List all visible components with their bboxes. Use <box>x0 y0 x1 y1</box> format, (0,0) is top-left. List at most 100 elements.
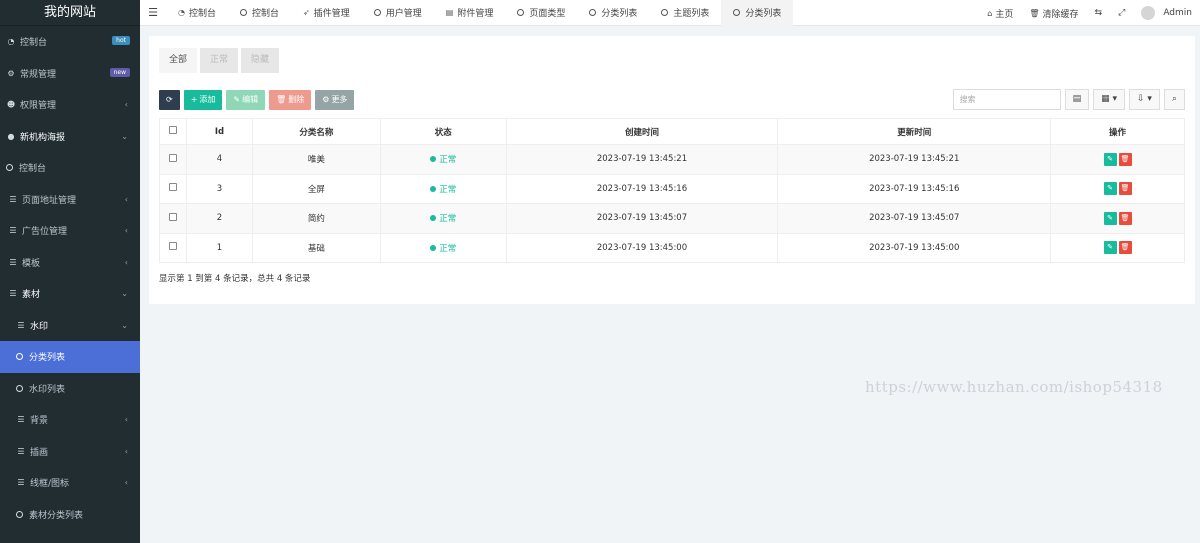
tab-users[interactable]: 用户管理 <box>362 0 434 26</box>
table-row[interactable]: 2 简约 正常 2023-07-19 13:45:07 2023-07-19 1… <box>159 203 1185 234</box>
status-label: 正常 <box>439 184 457 195</box>
table-row[interactable]: 3 全屏 正常 2023-07-19 13:45:16 2023-07-19 1… <box>159 173 1185 204</box>
add-button[interactable]: + 添加 <box>183 90 223 110</box>
tab-theme-list[interactable]: 主题列表 <box>649 0 721 26</box>
sidebar-item-label: 背景 <box>30 416 49 427</box>
cell-created: 2023-07-19 13:45:00 <box>505 232 779 263</box>
cell-status[interactable]: 正常 <box>379 232 507 263</box>
fullscreen-icon[interactable]: ⤢ <box>1110 8 1133 18</box>
cell-status[interactable]: 正常 <box>379 173 507 204</box>
tab-dashboard[interactable]: ◔ 控制台 <box>166 0 228 26</box>
cell-status[interactable]: 正常 <box>379 144 507 175</box>
toggle-view-button[interactable]: ▤ <box>1064 89 1090 110</box>
row-delete-button[interactable]: 🗑 <box>1118 152 1132 166</box>
list-icon: ☰ <box>9 257 17 267</box>
column-header[interactable]: 状态 <box>379 118 507 145</box>
search-button[interactable]: ⌕ <box>1163 89 1185 110</box>
row-checkbox[interactable] <box>168 212 177 221</box>
column-header[interactable]: Id <box>185 118 253 145</box>
tab-attachments[interactable]: ▤ 附件管理 <box>434 0 506 26</box>
sidebar-item-category-list[interactable]: 分类列表 <box>0 341 140 373</box>
column-header[interactable]: 更新时间 <box>777 118 1052 145</box>
sidebar-item-watermark[interactable]: ☰ 水印 ⌄ <box>0 310 140 342</box>
status-dot-icon <box>430 156 437 163</box>
user-menu[interactable]: Admin <box>1133 6 1200 20</box>
cell-created: 2023-07-19 13:45:07 <box>505 203 779 234</box>
sidebar-item-wireframe[interactable]: ☰ 线框/图标 ‹ <box>0 467 140 499</box>
sidebar-item-label: 水印列表 <box>29 384 66 395</box>
table-row[interactable]: 4 唯美 正常 2023-07-19 13:45:21 2023-07-19 1… <box>159 144 1185 175</box>
list-icon: ☰ <box>9 226 17 236</box>
delete-button[interactable]: 🗑 删除 <box>269 90 312 110</box>
sidebar-item-material[interactable]: ☰ 素材 ⌄ <box>0 278 140 310</box>
sidebar-item-illustration[interactable]: ☰ 插画 ‹ <box>0 436 140 468</box>
globe-icon: ● <box>7 131 15 141</box>
table-row[interactable]: 1 基础 正常 2023-07-19 13:45:00 2023-07-19 1… <box>159 232 1185 263</box>
tab-page-types[interactable]: 页面类型 <box>505 0 577 26</box>
search-input[interactable]: 搜索 <box>952 89 1061 110</box>
row-checkbox[interactable] <box>168 242 177 251</box>
sidebar-item-ad-slot[interactable]: ☰ 广告位管理 ‹ <box>0 215 140 247</box>
chevron-left-icon: ‹ <box>124 478 128 488</box>
sidebar-item-page-url[interactable]: ☰ 页面地址管理 ‹ <box>0 184 140 216</box>
cell-status[interactable]: 正常 <box>379 203 507 234</box>
tab-dashboard-2[interactable]: 控制台 <box>228 0 291 26</box>
row-checkbox[interactable] <box>168 153 177 162</box>
row-checkbox[interactable] <box>168 183 177 192</box>
hot-badge: hot <box>112 36 130 45</box>
status-label: 正常 <box>439 214 457 225</box>
tab-all[interactable]: 全部 <box>159 48 198 73</box>
translate-icon[interactable]: ⇆ <box>1087 8 1111 18</box>
sidebar-item-material-category[interactable]: 素材分类列表 <box>0 499 140 531</box>
cell-id: 2 <box>185 203 253 234</box>
delete-label: 删除 <box>288 95 305 104</box>
tab-plugins[interactable]: ➶ 插件管理 <box>291 0 362 26</box>
row-select-cell <box>159 173 187 204</box>
cell-updated: 2023-07-19 13:45:00 <box>777 232 1052 263</box>
sidebar-item-template[interactable]: ☰ 模板 ‹ <box>0 247 140 279</box>
refresh-icon: ⟳ <box>166 95 173 104</box>
chevron-down-icon: ⌄ <box>121 131 128 141</box>
row-edit-button[interactable]: ✎ <box>1103 241 1117 255</box>
sidebar-item-watermark-list[interactable]: 水印列表 <box>0 373 140 405</box>
sidebar-item-poster[interactable]: ● 新机构海报 ⌄ <box>0 121 140 153</box>
column-header[interactable]: 分类名称 <box>251 118 381 145</box>
row-delete-button[interactable]: 🗑 <box>1118 241 1132 255</box>
list-icon: ☰ <box>9 289 17 299</box>
sidebar-item-poster-dashboard[interactable]: 控制台 <box>0 152 140 184</box>
export-button[interactable]: ⇩ ▾ <box>1129 89 1160 110</box>
more-button[interactable]: ⚙ 更多 <box>315 90 355 110</box>
tab-label: 页面类型 <box>529 9 566 19</box>
add-label: 添加 <box>199 95 216 104</box>
select-all-checkbox[interactable] <box>168 126 177 134</box>
sidebar-item-background[interactable]: ☰ 背景 ‹ <box>0 404 140 436</box>
sidebar-item-auth[interactable]: ☻ 权限管理 ‹ <box>0 89 140 121</box>
row-delete-button[interactable]: 🗑 <box>1118 182 1132 196</box>
content-panel: 全部 正常 隐藏 ⟳ + 添加 ✎ 编辑 🗑 删除 ⚙ 更多 搜索 ▤ ▦ ▾ … <box>149 36 1195 304</box>
tab-category-list-active[interactable]: 分类列表 <box>721 0 794 26</box>
row-edit-button[interactable]: ✎ <box>1103 182 1117 196</box>
menu-toggle-icon[interactable]: ☰ <box>140 6 166 19</box>
column-header[interactable]: 创建时间 <box>505 118 779 145</box>
row-edit-button[interactable]: ✎ <box>1103 211 1117 225</box>
columns-button[interactable]: ▦ ▾ <box>1093 89 1126 110</box>
tab-category-list[interactable]: 分类列表 <box>577 0 649 26</box>
cell-name: 基础 <box>251 232 381 263</box>
user-name: Admin <box>1163 8 1192 18</box>
refresh-button[interactable]: ⟳ <box>159 90 180 110</box>
pencil-icon: ✎ <box>233 95 241 104</box>
row-select-cell <box>159 203 187 234</box>
sidebar-item-general[interactable]: ⚙ 常规管理 new <box>0 58 140 90</box>
column-header: 操作 <box>1050 118 1185 145</box>
site-logo[interactable]: 我的网站 <box>0 0 140 26</box>
tab-hidden[interactable]: 隐藏 <box>241 48 280 73</box>
data-table: Id 分类名称 状态 创建时间 更新时间 操作 4 唯美 正常 2023-07-… <box>159 118 1185 263</box>
row-delete-button[interactable]: 🗑 <box>1118 211 1132 225</box>
sidebar-item-dashboard[interactable]: ◔ 控制台 hot <box>0 26 140 58</box>
tab-label: 主题列表 <box>673 9 710 19</box>
edit-button[interactable]: ✎ 编辑 <box>226 90 266 110</box>
clear-cache-button[interactable]: 🗑 清除缓存 <box>1021 7 1086 20</box>
home-link[interactable]: ⌂ 主页 <box>979 7 1021 20</box>
row-edit-button[interactable]: ✎ <box>1103 152 1117 166</box>
tab-normal[interactable]: 正常 <box>200 48 239 73</box>
